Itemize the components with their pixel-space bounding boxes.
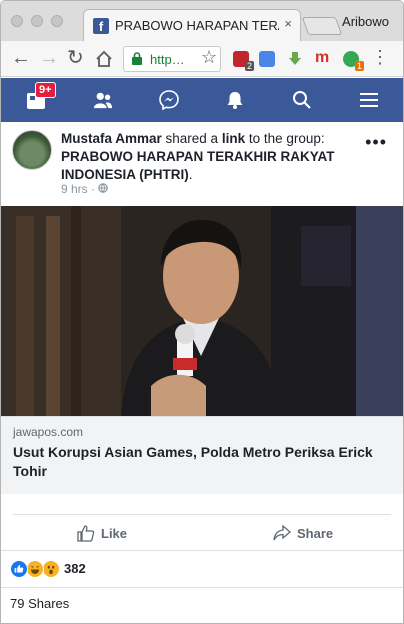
search-icon[interactable] [292,90,312,110]
post-timestamp[interactable]: 9 hrs [61,182,88,196]
zoom-window-button[interactable] [51,15,63,27]
profile-name[interactable]: Aribowo [342,14,389,29]
browser-tab-active[interactable]: f PRABOWO HARAPAN TERAKHIR RAKYAT INDONE… [83,9,301,41]
lock-icon [132,52,142,65]
url-text: http… [150,52,185,67]
extension-badge: 1 [354,61,364,71]
like-reaction-icon [10,560,28,578]
green-extension-icon[interactable]: 1 [343,51,364,71]
group-name[interactable]: PRABOWO HARAPAN TERAKHIR RAKYAT INDONESI… [61,149,335,182]
group-avatar[interactable] [12,130,52,170]
globe-privacy-icon [98,183,109,193]
notifications-bell-icon[interactable] [225,90,245,110]
post-meta: 9 hrs · [61,182,109,196]
close-window-button[interactable] [11,15,23,27]
messenger-icon[interactable] [159,90,179,110]
tab-strip: f PRABOWO HARAPAN TERAKHIR RAKYAT INDONE… [1,1,403,41]
post-author[interactable]: Mustafa Ammar [61,131,162,146]
post-period: . [188,167,193,182]
reload-icon[interactable]: ↻ [67,47,84,69]
download-extension-icon[interactable] [287,51,303,67]
post-action-text: shared a [161,131,222,146]
friends-icon[interactable] [93,90,113,110]
chrome-menu-icon[interactable]: ⋮ [371,47,389,68]
new-tab-button[interactable] [301,17,343,35]
share-button[interactable]: Share [273,524,333,542]
facebook-favicon-icon: f [93,18,109,34]
link-preview-card[interactable]: jawapos.com Usut Korupsi Asian Games, Po… [1,416,403,494]
back-arrow-icon[interactable]: ← [11,47,31,69]
haha-reaction-icon [26,560,44,578]
tab-close-icon[interactable]: × [284,16,292,31]
share-arrow-icon [273,524,291,541]
forward-arrow-icon[interactable]: → [39,47,59,69]
post-header: Mustafa Ammar shared a link to the group… [61,130,361,184]
notification-count-badge: 9+ [35,82,56,98]
share-label: Share [297,525,334,541]
translate-extension-icon[interactable] [259,51,275,67]
reactions-summary[interactable]: 382 [1,550,403,588]
like-label: Like [101,525,128,541]
shared-link-word[interactable]: link [222,131,245,146]
tab-title: PRABOWO HARAPAN TERAKHIR RAKYAT INDONESI… [115,18,279,33]
link-preview-photo[interactable] [1,206,403,416]
extension-badge: 2 [244,61,254,71]
post-to-group-text: to the group: [245,131,325,146]
m-extension-icon[interactable]: m [315,50,331,67]
home-icon[interactable] [95,50,113,68]
bookmark-star-icon[interactable]: ☆ [201,47,217,68]
shares-count[interactable]: 79 Shares [10,596,69,611]
link-title[interactable]: Usut Korupsi Asian Games, Polda Metro Pe… [13,443,393,481]
browser-window: f PRABOWO HARAPAN TERAKHIR RAKYAT INDONE… [0,0,404,624]
like-button[interactable]: Like [77,524,127,542]
meta-separator: · [91,182,99,196]
link-domain: jawapos.com [13,425,84,439]
menu-hamburger-icon[interactable] [359,90,379,110]
extension-shield-icon[interactable]: 2 [233,51,254,71]
wow-reaction-icon [42,560,60,578]
browser-toolbar: ← → ↻ http… ☆ 2 m 1 ⋮ [1,41,403,77]
facebook-nav-bar: 9+ [1,78,403,122]
minimize-window-button[interactable] [31,15,43,27]
post-actions: Like Share [13,514,391,550]
thumbs-up-icon [77,525,95,542]
reaction-count: 382 [64,561,86,576]
post-options-more-icon[interactable]: ••• [365,132,387,153]
